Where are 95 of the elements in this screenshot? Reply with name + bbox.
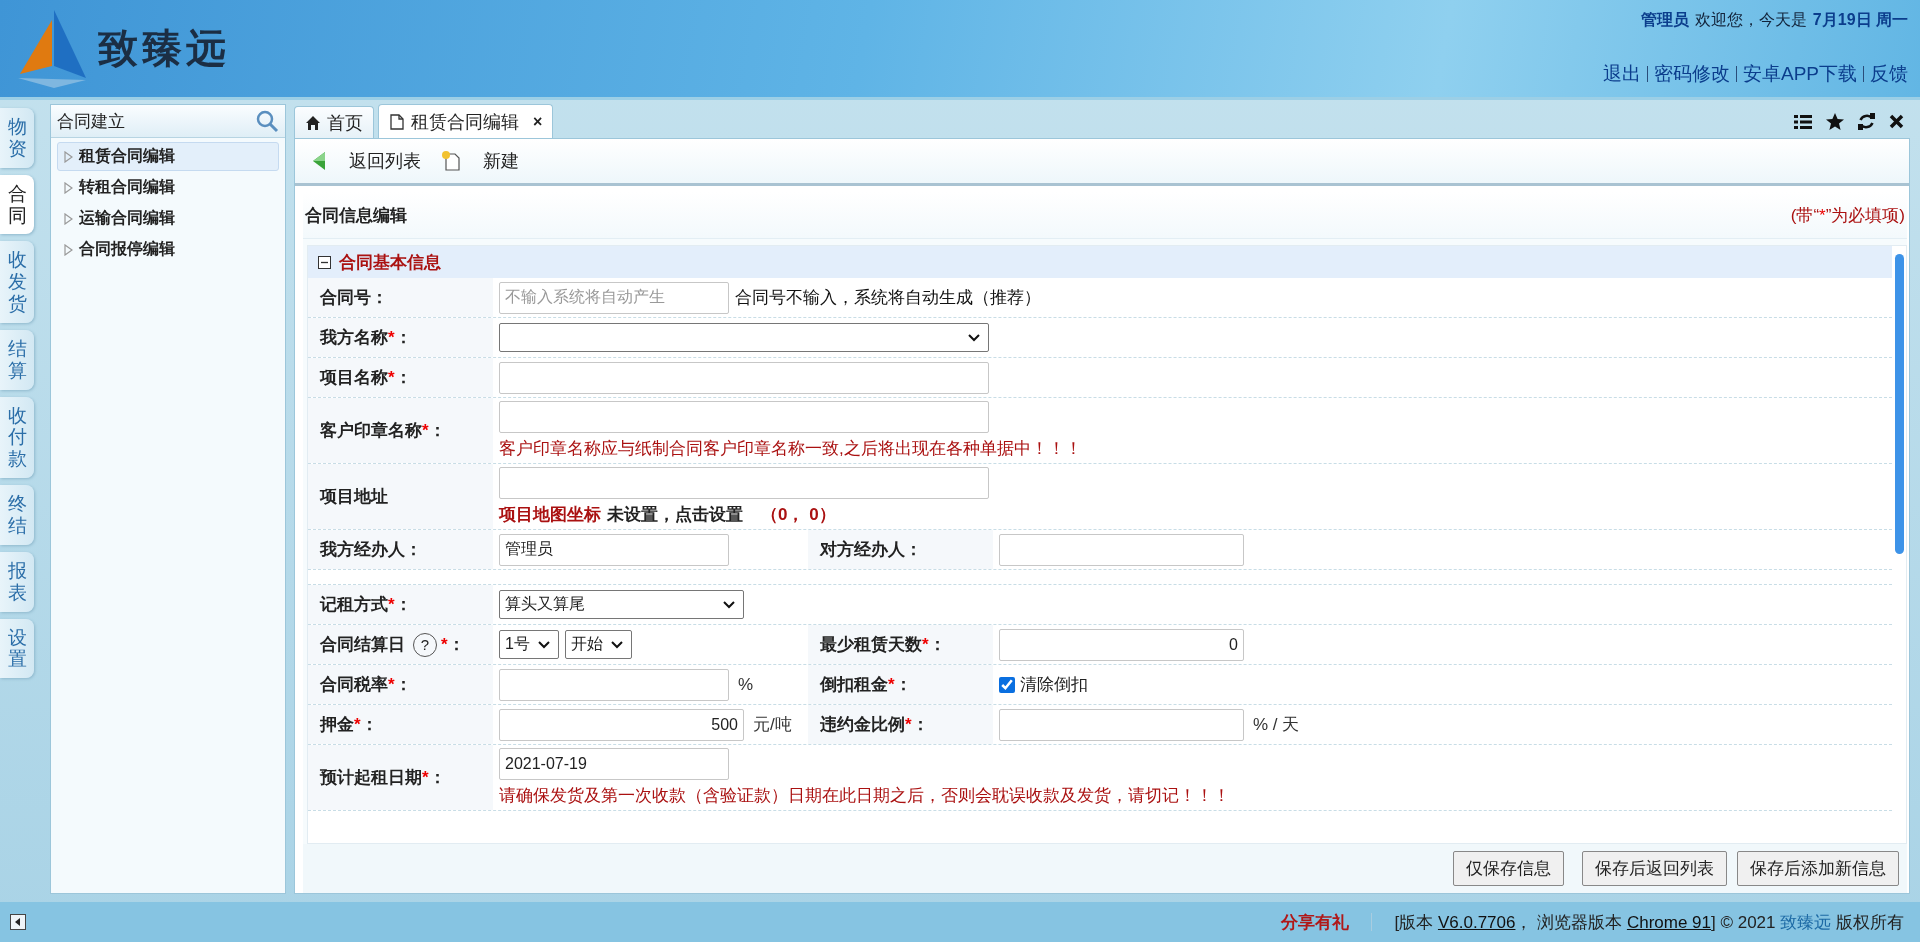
document-icon	[389, 113, 405, 130]
field-label: 合同结算日	[320, 634, 405, 656]
field-label: 违约金比例*：	[820, 714, 929, 736]
field-label: 预计起租日期*：	[320, 767, 446, 789]
caret-icon	[968, 333, 980, 342]
module-tab[interactable]: 终结	[0, 485, 34, 545]
list-icon	[1794, 113, 1812, 130]
caret-icon	[610, 640, 623, 649]
expand-arrow-icon	[64, 150, 73, 163]
required-note: (带“*”为必填项)	[1790, 204, 1905, 227]
home-icon	[305, 114, 321, 131]
expand-arrow-icon	[64, 212, 73, 225]
module-tab[interactable]: 设置	[0, 618, 34, 679]
field-label: 记租方式*：	[320, 594, 412, 616]
version-link[interactable]: Chrome 91	[1626, 912, 1711, 932]
greeting-text: 欢迎您，今天是	[1694, 10, 1807, 30]
expand-arrow-icon	[64, 243, 73, 256]
share-link[interactable]: 分享有礼	[1281, 910, 1350, 934]
input-field[interactable]	[999, 708, 1244, 741]
field-label: 我方名称*：	[320, 327, 412, 349]
input-field[interactable]: 500	[499, 708, 744, 741]
hint-text: 合同号不输入，系统将自动生成（推荐）	[735, 287, 1041, 309]
tree-item[interactable]: 租赁合同编辑	[57, 142, 279, 171]
field-label: 倒扣租金*：	[820, 674, 912, 696]
checkbox-label: 清除倒扣	[1020, 674, 1088, 696]
module-tab[interactable]: 结算	[0, 329, 34, 390]
header-link[interactable]: 密码修改	[1653, 61, 1730, 87]
field-label: 合同税率*：	[320, 674, 412, 696]
new-button[interactable]: 新建	[441, 149, 519, 173]
expand-arrow-icon	[64, 181, 73, 194]
unit-label: % / 天	[1252, 714, 1300, 736]
field-label: 合同号：	[320, 287, 388, 309]
date-text: 7月19日 周一	[1812, 10, 1908, 30]
form-title: 合同信息编辑	[305, 204, 407, 227]
header-link[interactable]: 退出	[1602, 61, 1641, 87]
input-field[interactable]	[499, 668, 729, 701]
module-tab[interactable]: 物资	[0, 108, 34, 168]
input-field[interactable]	[499, 361, 989, 394]
star-icon	[1826, 113, 1844, 130]
header-link[interactable]: 安卓APP下载	[1742, 61, 1857, 87]
page-tab[interactable]: 租赁合同编辑 ×	[378, 104, 554, 138]
version-text: [版本 V6.0.7706， 浏览器版本 Chrome 91] © 2021 致臻远 版权所有	[1394, 911, 1904, 934]
field-label: 押金*：	[320, 714, 378, 736]
close-icon	[1889, 114, 1904, 129]
module-tab[interactable]: 收付款	[0, 396, 34, 479]
logo-text: 致臻远	[98, 23, 230, 73]
input-field[interactable]	[499, 467, 989, 499]
back-arrow-icon	[311, 151, 327, 171]
save-button[interactable]: 保存后添加新信息	[1737, 851, 1899, 886]
field-label: 项目地址	[320, 486, 388, 508]
save-button[interactable]: 保存后返回列表	[1582, 851, 1727, 886]
field-label: 客户印章名称*：	[320, 420, 446, 442]
dropdown[interactable]: 开始	[564, 630, 632, 659]
save-button[interactable]: 仅保存信息	[1453, 851, 1564, 886]
header-link[interactable]: 反馈	[1870, 61, 1908, 87]
refresh-icon	[1858, 113, 1875, 130]
unit-label: 元/吨	[752, 714, 792, 736]
field-label: 项目名称*：	[320, 367, 412, 389]
tree-item[interactable]: 合同报停编辑	[57, 235, 279, 264]
field-label: 对方经办人：	[820, 539, 922, 561]
section-header[interactable]: 合同基本信息	[308, 246, 1892, 278]
warning-text: 客户印章名称应与纸制合同客户印章名称一致,之后将出现在各种单据中！！！	[499, 438, 1082, 460]
map-link[interactable]: 项目地图坐标	[499, 503, 601, 526]
page-tab[interactable]: 首页	[294, 106, 374, 138]
field-label: 最少租赁天数*：	[820, 634, 946, 656]
dropdown[interactable]	[499, 323, 989, 352]
dropdown[interactable]: 算头又算尾	[499, 590, 744, 619]
warning-text: 请确保发货及第一次收款（含验证款）日期在此日期之后，否则会耽误收款及发货，请切记！！！	[499, 785, 1230, 807]
dropdown[interactable]: 1号	[499, 630, 559, 659]
back-button[interactable]: 返回列表	[311, 149, 421, 173]
module-tab[interactable]: 报表	[0, 551, 34, 612]
scrollbar-thumb[interactable]	[1894, 254, 1904, 554]
tree-item[interactable]: 转租合同编辑	[57, 173, 279, 202]
search-icon	[255, 109, 279, 133]
module-tab[interactable]: 收发货	[0, 241, 34, 323]
version-link[interactable]: V6.0.7706	[1437, 912, 1516, 932]
input-field[interactable]: 2021-07-19	[499, 748, 729, 780]
tree-item[interactable]: 运输合同编辑	[57, 204, 279, 233]
status-text: 未设置，点击设置	[607, 504, 743, 526]
caret-icon	[537, 640, 550, 649]
collapse-panel-icon	[10, 914, 26, 930]
coordinates-text: （0， 0）	[761, 504, 836, 526]
input-field[interactable]	[999, 533, 1244, 566]
input-field[interactable]	[499, 401, 989, 433]
checkbox[interactable]	[999, 676, 1015, 693]
caret-icon	[723, 600, 735, 609]
input-field[interactable]: 0	[999, 628, 1244, 661]
module-tab[interactable]: 合同	[0, 174, 34, 235]
field-label: 我方经办人：	[320, 539, 422, 561]
input-field[interactable]: 管理员	[499, 533, 729, 566]
unit-label: %	[737, 674, 754, 695]
user-name: 管理员	[1640, 10, 1689, 30]
tab-close-button[interactable]: ×	[533, 112, 543, 131]
required-mark: *：	[441, 634, 465, 656]
new-document-icon	[441, 150, 461, 172]
